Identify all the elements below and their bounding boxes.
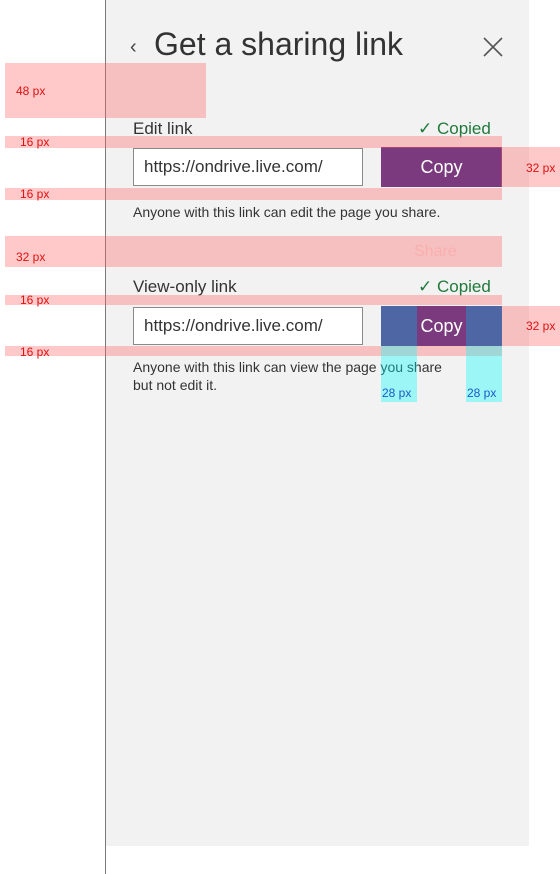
padding-label-right: 28 px xyxy=(467,386,497,400)
spacing-marker-16d xyxy=(5,346,502,356)
spacing-label-48: 48 px xyxy=(16,84,46,98)
button-height-label-1: 32 px xyxy=(526,161,556,175)
padding-label-left: 28 px xyxy=(382,386,412,400)
padding-marker-left xyxy=(381,306,417,346)
page-title: Get a sharing link xyxy=(154,26,404,62)
spacing-marker-16a xyxy=(5,136,502,148)
view-link-copied-status: ✓ Copied xyxy=(418,277,491,296)
spacing-label-16b: 16 px xyxy=(20,187,50,201)
edit-link-url-field[interactable]: https://ondrive.live.com/ xyxy=(133,148,363,186)
back-chevron-icon[interactable]: ‹ xyxy=(130,36,137,59)
spacing-marker-16c xyxy=(5,295,502,305)
close-icon[interactable] xyxy=(482,36,504,58)
spacing-label-16a: 16 px xyxy=(20,135,50,149)
view-link-label: View-only link xyxy=(133,277,237,296)
spacing-marker-16b xyxy=(5,188,502,200)
edit-link-copy-button[interactable]: Copy xyxy=(381,147,502,187)
button-height-label-2: 32 px xyxy=(526,319,556,333)
edit-link-description: Anyone with this link can edit the page … xyxy=(133,204,441,220)
spacing-label-16d: 16 px xyxy=(20,345,50,359)
view-link-url-field[interactable]: https://ondrive.live.com/ xyxy=(133,307,363,345)
panel-divider xyxy=(105,0,106,874)
spacing-marker-32 xyxy=(5,236,502,267)
spacing-label-32: 32 px xyxy=(16,250,46,264)
spacing-label-16c: 16 px xyxy=(20,293,50,307)
padding-marker-right xyxy=(466,306,502,346)
